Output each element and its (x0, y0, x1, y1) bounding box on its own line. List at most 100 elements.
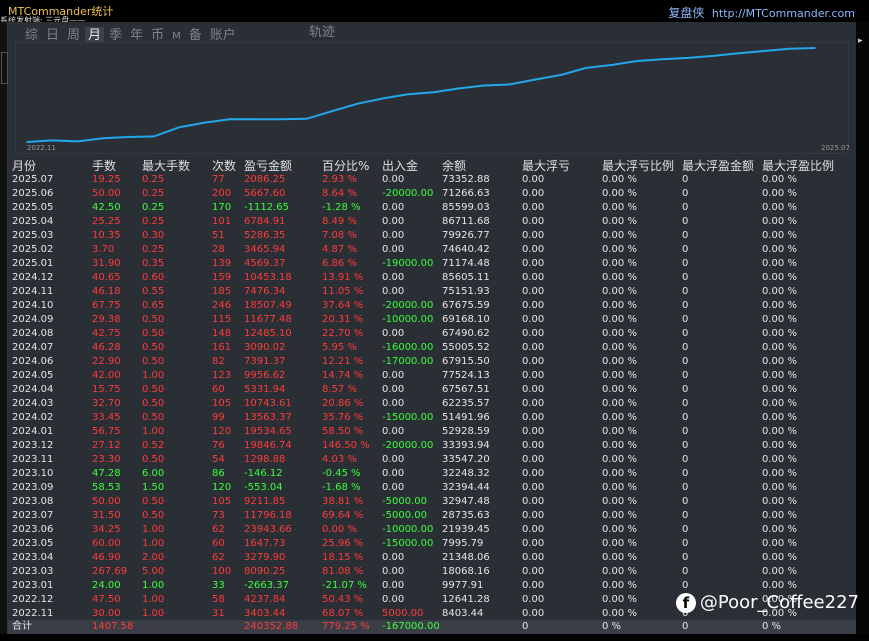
col-header-2[interactable]: 最大手数 (142, 158, 190, 174)
cell-10: 0 (682, 286, 689, 297)
table-row[interactable]: 2023.12 27.12 0.52 76 19846.74 146.50 % -20000… (8, 439, 856, 453)
table-row[interactable]: 2024.05 42.00 1.00 123 9956.62 14.74 % 0.00 775… (8, 369, 856, 383)
cell-5: 13.91 % (322, 272, 364, 283)
cell-8: 0.00 (522, 300, 545, 311)
stats-panel: 综日周月季年币 M 备账户 轨迹 2022.11 2025.07 月份 手数 最大手数 次… (8, 22, 856, 634)
cell-3: 62 (212, 524, 225, 535)
cell-6: 0.00 (382, 580, 405, 591)
table-row[interactable]: 2024.11 46.18 0.55 185 7476.34 11.05 % 0.00 751… (8, 285, 856, 299)
col-header-7[interactable]: 余额 (442, 158, 466, 174)
cell-3: 51 (212, 230, 225, 241)
cell-7: 69168.10 (442, 314, 490, 325)
cell-8: 0.00 (522, 258, 545, 269)
col-header-10[interactable]: 最大浮盈金额 (682, 158, 754, 174)
cell-4: 1298.88 (244, 454, 286, 465)
cell-7: 62235.57 (442, 398, 490, 409)
cell-5: 2.93 % (322, 174, 357, 185)
cell-1: 46.28 (92, 342, 121, 353)
cell-5: 6.86 % (322, 258, 357, 269)
table-row[interactable]: 2023.05 60.00 1.00 60 1647.73 25.96 % -15000.0… (8, 537, 856, 551)
cell-0: 2023.11 (12, 454, 54, 465)
cell-5: 146.50 % (322, 440, 370, 451)
cell-5: 50.43 % (322, 594, 364, 605)
cell-6: -10000.00 (382, 524, 434, 535)
brand-url[interactable]: http://MTCommander.com (712, 7, 855, 20)
chart-point-21 (560, 74, 562, 76)
chart-point-17 (458, 87, 460, 90)
cell-7: 52928.59 (442, 426, 490, 437)
cell-11: 0.00 % (762, 440, 797, 451)
cell-1: 267.69 (92, 566, 127, 577)
cell-1: 40.65 (92, 272, 121, 283)
cell-3: 54 (212, 454, 225, 465)
table-row[interactable]: 2023.09 58.53 1.50 120 -553.04 -1.68 % 0.00 323… (8, 481, 856, 495)
table-row[interactable]: 2024.08 42.75 0.50 148 12485.10 22.70 % 0.00 67… (8, 327, 856, 341)
cell-3: 185 (212, 286, 232, 297)
cell-8: 0.00 (522, 216, 545, 227)
table-row[interactable]: 2024.01 56.75 1.00 120 19534.65 58.50 % 0.00 52… (8, 425, 856, 439)
right-edge-strip: ▸ (856, 22, 869, 634)
cell-7: 74640.42 (442, 244, 490, 255)
table-row[interactable]: 2025.04 25.25 0.25 101 6784.91 8.49 % 0.00 8671… (8, 215, 856, 229)
cell-4: 2086.25 (244, 174, 286, 185)
table-row[interactable]: 2023.11 23.30 0.50 54 1298.88 4.03 % 0.00 33547… (8, 453, 856, 467)
table-row[interactable]: 2023.10 47.28 6.00 86 -146.12 -0.45 % 0.00 3224… (8, 467, 856, 481)
cell-4: 19534.65 (244, 426, 292, 437)
table-row[interactable]: 2025.06 50.00 0.25 200 5667.60 8.64 % -20000.0… (8, 187, 856, 201)
cell-8: 0.00 (522, 286, 545, 297)
table-row[interactable]: 2025.01 31.90 0.35 139 4569.37 6.86 % -19000.0… (8, 257, 856, 271)
col-header-1[interactable]: 手数 (92, 158, 116, 174)
table-row[interactable]: 2024.02 33.45 0.50 99 13563.37 35.76 % -15000.… (8, 411, 856, 425)
col-header-8[interactable]: 最大浮亏 (522, 158, 570, 174)
table-row[interactable]: 2025.07 19.25 0.25 77 2086.25 2.93 % 0.00 73352… (8, 173, 856, 187)
table-row[interactable]: 2023.04 46.90 2.00 62 3279.90 18.15 % 0.00 2134… (8, 551, 856, 565)
cell-4: -1112.65 (244, 202, 289, 213)
col-header-9[interactable]: 最大浮亏比例 (602, 158, 674, 174)
chart-point-20 (534, 78, 537, 81)
cell-10: 0 (682, 272, 689, 283)
cell-3: 62 (212, 552, 225, 563)
table-row[interactable]: 2023.06 34.25 1.00 62 23943.66 0.00 % -10000.0… (8, 523, 856, 537)
cell-8: 0.00 (522, 468, 545, 479)
table-row[interactable]: 2025.05 42.50 0.25 170 -1112.65 -1.28 % 0.00 85… (8, 201, 856, 215)
col-header-5[interactable]: 百分比% (322, 158, 369, 174)
table-row[interactable]: 2024.10 67.75 0.65 246 18507.49 37.64 % -20000… (8, 299, 856, 313)
col-header-0[interactable]: 月份 (12, 158, 36, 174)
x-start-label: 2022.11 (27, 144, 56, 152)
table-row[interactable]: 2023.07 31.50 0.50 73 11796.18 69.64 % -5000.0… (8, 509, 856, 523)
table-row[interactable]: 2023.01 24.00 1.00 33 -2663.37 -21.07 % 0.00 99… (8, 579, 856, 593)
table-row[interactable]: 2024.07 46.28 0.50 161 3090.02 5.95 % -16000.0… (8, 341, 856, 355)
table-row[interactable]: 2025.03 10.35 0.30 51 5286.35 7.08 % 0.00 79926… (8, 229, 856, 243)
cell-4: 3403.44 (244, 608, 286, 619)
cell-0: 2023.12 (12, 440, 54, 451)
table-row[interactable]: 2024.09 29.38 0.50 115 11677.48 20.31 % -10000… (8, 313, 856, 327)
total-cell-10: 0 (682, 621, 689, 632)
table-row[interactable]: 2024.04 15.75 0.50 60 5331.94 8.57 % 0.00 67567… (8, 383, 856, 397)
cell-3: 86 (212, 468, 225, 479)
cell-5: 25.96 % (322, 538, 364, 549)
table-row[interactable]: 2025.02 3.70 0.25 28 3465.94 4.87 % 0.00 74640.… (8, 243, 856, 257)
cell-3: 60 (212, 538, 225, 549)
cell-0: 2025.05 (12, 202, 54, 213)
cell-10: 0 (682, 174, 689, 185)
left-scrollbar[interactable] (0, 22, 8, 634)
col-header-11[interactable]: 最大浮盈比例 (762, 158, 834, 174)
table-row[interactable]: 2024.12 40.65 0.60 159 10453.18 13.91 % 0.00 85… (8, 271, 856, 285)
cell-3: 139 (212, 258, 232, 269)
table-row[interactable]: 2024.03 32.70 0.50 105 10743.61 20.86 % 0.00 62… (8, 397, 856, 411)
cell-6: 0.00 (382, 552, 405, 563)
cell-3: 28 (212, 244, 225, 255)
table-row[interactable]: 2023.03 267.69 5.00 100 8090.25 81.08 % 0.00 18… (8, 565, 856, 579)
table-row[interactable]: 2024.06 22.90 0.50 82 7391.37 12.21 % -17000.0… (8, 355, 856, 369)
table-row[interactable]: 2023.08 50.00 0.50 105 9211.85 38.81 % -5000.0… (8, 495, 856, 509)
col-header-6[interactable]: 出入金 (382, 158, 418, 174)
cell-11: 0.00 % (762, 258, 797, 269)
cell-5: -21.07 % (322, 580, 367, 591)
scroll-thumb[interactable] (1, 52, 8, 84)
col-header-3[interactable]: 次数 (212, 158, 236, 174)
col-header-4[interactable]: 盈亏金额 (244, 158, 292, 174)
cell-1: 23.30 (92, 454, 121, 465)
cell-6: 0.00 (382, 566, 405, 577)
chart-point-13 (356, 102, 359, 105)
track-label: 轨迹 (309, 25, 336, 40)
